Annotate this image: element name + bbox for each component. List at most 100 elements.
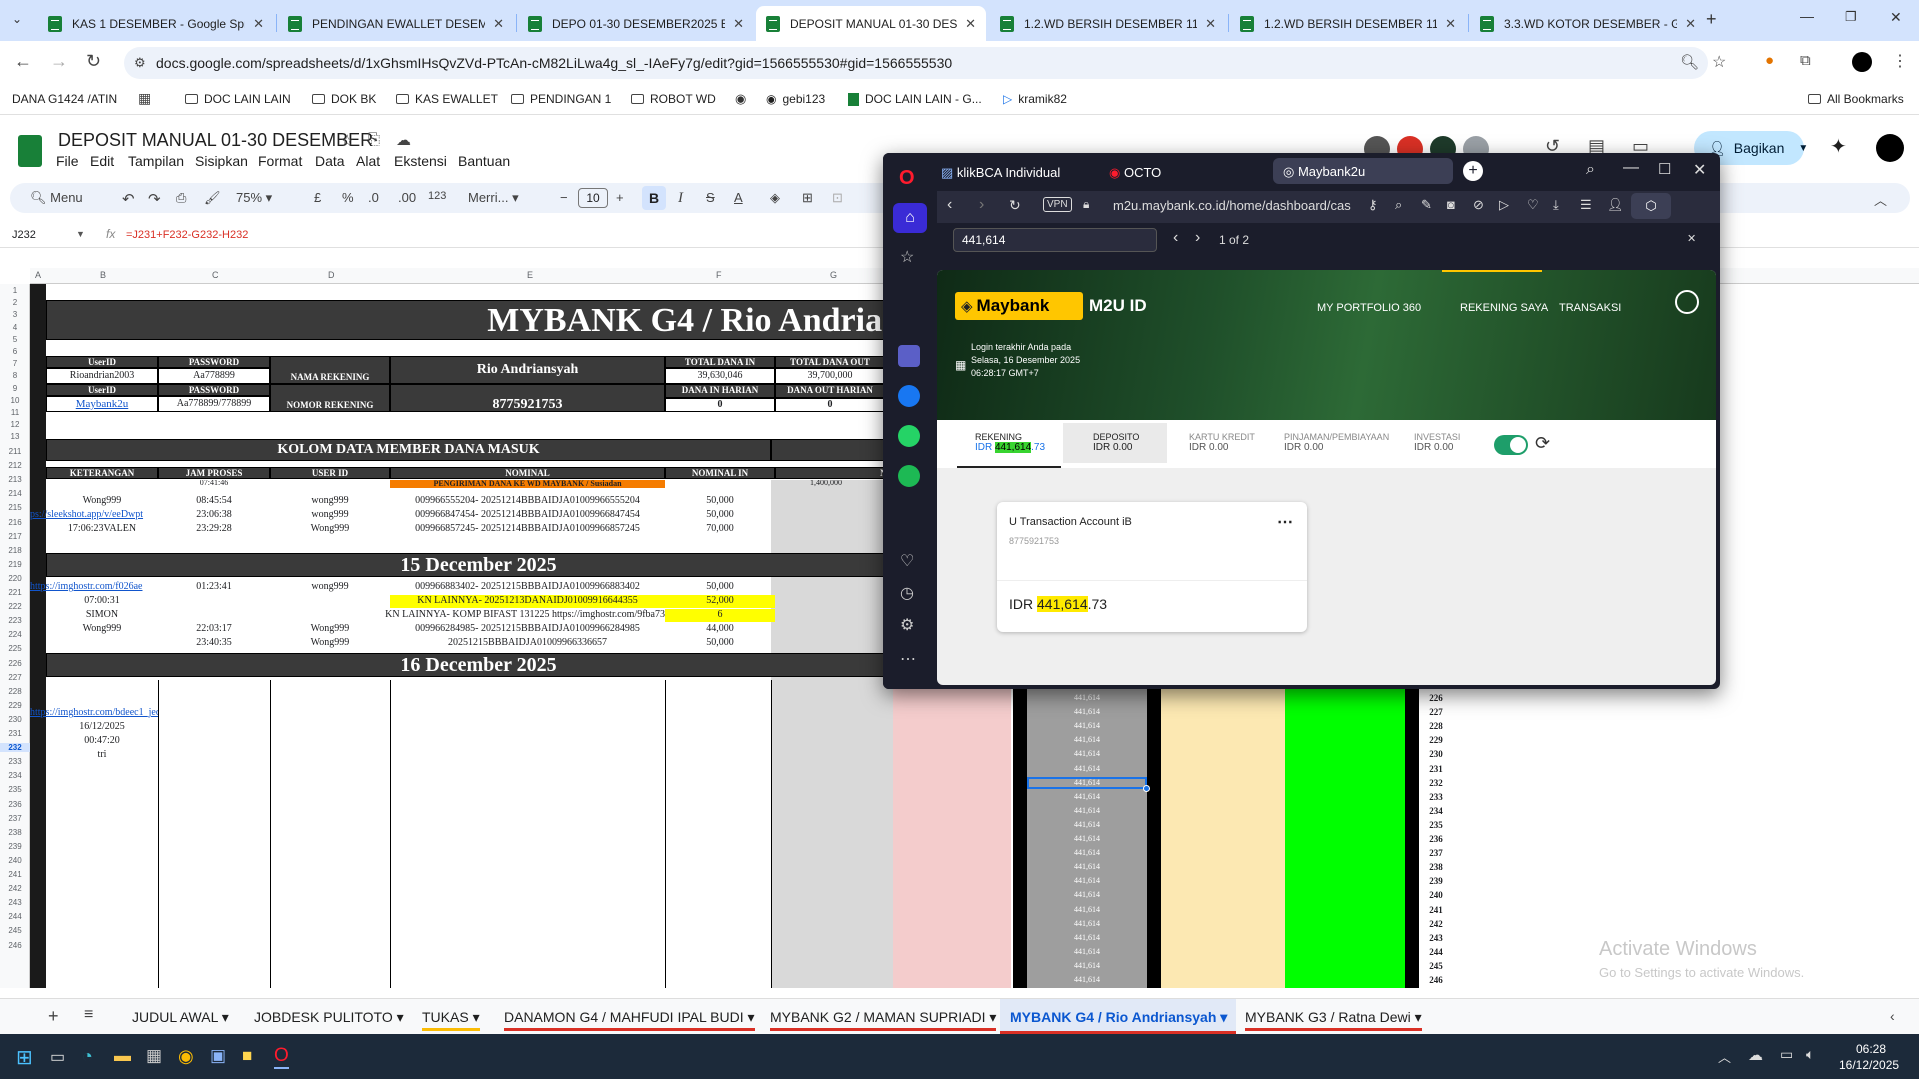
table-cell[interactable]: https://imghostr.com/bdeec1_jed (30, 707, 158, 719)
currency-button[interactable]: £ (314, 190, 321, 205)
browser-tab[interactable]: 1.2.WD BERSIH DESEMBER 11 D ✕ (990, 6, 1226, 41)
forward-icon[interactable]: → (50, 51, 68, 72)
browser-tab[interactable]: 3.3.WD KOTOR DESEMBER - Go ✕ (1470, 6, 1706, 41)
row-number[interactable]: 219 (0, 560, 30, 569)
opera-icon[interactable]: O (274, 1045, 289, 1069)
volume-icon[interactable]: 🔈︎ (1806, 1046, 1814, 1063)
all-sheets-icon[interactable]: ≡ (84, 1006, 93, 1024)
row-number[interactable]: 211 (0, 447, 30, 456)
task-view-icon[interactable]: ▭ (50, 1047, 65, 1067)
nav-portfolio[interactable]: MY PORTFOLIO 360 (1317, 302, 1421, 314)
close-tab-icon[interactable]: ✕ (1445, 16, 1456, 32)
restore-icon[interactable]: ❐ (1845, 9, 1857, 25)
send-icon[interactable]: ▷ (1499, 197, 1509, 213)
row-number[interactable]: 244 (0, 912, 30, 921)
clock-date[interactable]: 16/12/2025 (1839, 1058, 1899, 1072)
opera-tab[interactable]: ◉ OCTO (1109, 165, 1161, 181)
row-number[interactable]: 232 (0, 743, 30, 753)
row-number[interactable]: 212 (0, 461, 30, 470)
opera-maximize-icon[interactable]: ☐ (1658, 160, 1671, 178)
sticky-notes-icon[interactable]: ■ (242, 1046, 252, 1066)
history-icon[interactable]: ◷ (900, 583, 914, 603)
minimize-icon[interactable]: — (1800, 8, 1814, 24)
favorite-icon[interactable]: ♡ (1527, 197, 1539, 213)
col-header-f[interactable]: F (716, 270, 722, 280)
account-card[interactable]: U Transaction Account iB 8775921753 ⋯ ID… (997, 502, 1307, 632)
edge-icon[interactable]: ◔ (82, 1046, 93, 1067)
add-sheet-icon[interactable]: + (48, 1006, 59, 1027)
find-close-icon[interactable]: ✕ (1687, 232, 1696, 245)
bookmark-kramik[interactable]: ▷ kramik82 (1003, 92, 1067, 106)
row-number[interactable]: 13 (0, 432, 30, 441)
home-icon[interactable]: ⌂ (893, 203, 927, 233)
profile-avatar[interactable] (1852, 52, 1872, 72)
start-windows-icon[interactable]: ⊞ (16, 1045, 33, 1070)
decrease-decimal-button[interactable]: .0 (368, 190, 379, 205)
menu-tools[interactable]: Alat (356, 153, 380, 169)
table-cell[interactable]: https://imghostr.com/f026ae (30, 581, 158, 593)
sheet-tab[interactable]: TUKAS ▾ (422, 1009, 480, 1031)
row-number[interactable]: 218 (0, 546, 30, 555)
row-number[interactable]: 6 (0, 347, 30, 356)
summary-kartu[interactable]: KARTU KREDIT IDR 0.00 (1189, 432, 1255, 453)
settings-icon[interactable]: ⚙ (900, 615, 914, 635)
row-number[interactable]: 229 (0, 701, 30, 710)
row-number[interactable]: 246 (0, 941, 30, 950)
row-number[interactable]: 216 (0, 518, 30, 527)
col-header-g[interactable]: G (830, 270, 837, 280)
menu-help[interactable]: Bantuan (458, 153, 510, 169)
opera-tab[interactable]: ▨ klikBCA Individual (941, 165, 1060, 181)
row-number[interactable]: 233 (0, 757, 30, 766)
tab-search-icon[interactable]: ⌄ (12, 12, 22, 26)
nav-transaksi[interactable]: TRANSAKSI (1559, 302, 1621, 314)
print-icon[interactable]: ⎙ (176, 190, 186, 206)
messenger-icon[interactable] (898, 385, 920, 407)
find-next-icon[interactable]: › (1195, 229, 1200, 247)
row-number[interactable]: 221 (0, 588, 30, 597)
row-number[interactable]: 215 (0, 503, 30, 512)
close-window-icon[interactable]: ✕ (1890, 9, 1902, 26)
bookmark-doc-lain[interactable]: DOC LAIN LAIN (185, 92, 291, 106)
bookmark-kas-ewallet[interactable]: KAS EWALLET (396, 92, 498, 106)
summary-investasi[interactable]: INVESTASI IDR 0.00 (1414, 432, 1460, 453)
onedrive-icon[interactable]: ☁ (1748, 1046, 1763, 1064)
col-header-d[interactable]: D (328, 270, 335, 280)
speed-dial-icon[interactable]: ☆ (900, 247, 914, 267)
selected-cell[interactable] (1027, 777, 1147, 789)
opera-new-tab-icon[interactable]: + (1463, 161, 1483, 181)
menu-data[interactable]: Data (315, 153, 345, 169)
row-number[interactable]: 239 (0, 842, 30, 851)
new-tab-icon[interactable]: + (1706, 9, 1717, 30)
spotify-icon[interactable] (898, 465, 920, 487)
account-avatar[interactable] (1876, 134, 1904, 162)
row-number[interactable]: 4 (0, 323, 30, 332)
row-number[interactable]: 234 (0, 771, 30, 780)
key-icon[interactable]: ⚷ (1368, 197, 1378, 213)
row-number[interactable]: 223 (0, 616, 30, 625)
star-icon[interactable]: ☆ (340, 131, 354, 151)
refresh-icon[interactable]: ⟳ (1535, 433, 1550, 454)
bookmark-dok-bk[interactable]: DOK BK (312, 92, 376, 106)
edit-icon[interactable]: ✎ (1421, 197, 1432, 213)
extensions-cube-icon[interactable]: ⬡ (1631, 193, 1671, 219)
sheet-tab-active-label[interactable]: MYBANK G4 / Rio Andriansyah ▾ (1010, 1009, 1227, 1026)
formula-input[interactable]: =J231+F232-G232-H232 (126, 229, 248, 241)
search-menu[interactable]: 🔍︎ Menu (30, 190, 83, 206)
close-tab-icon[interactable]: ✕ (733, 16, 744, 32)
row-number[interactable]: 235 (0, 785, 30, 794)
row-number[interactable]: 1 (0, 286, 30, 295)
merge-cells-icon[interactable]: ⊡ (832, 190, 843, 206)
app-icon[interactable]: ▣ (210, 1046, 226, 1066)
opera-close-icon[interactable]: ✕ (1693, 160, 1706, 180)
row-number[interactable]: 214 (0, 489, 30, 498)
name-box[interactable]: J232 (12, 229, 36, 241)
url-text[interactable]: docs.google.com/spreadsheets/d/1xGhsmIHs… (156, 55, 952, 71)
row-number[interactable]: 217 (0, 532, 30, 541)
easy-setup-icon[interactable]: ☰ (1580, 197, 1592, 213)
fill-color-icon[interactable]: ◈ (770, 190, 780, 206)
apps-grid-icon[interactable]: ▦ (138, 90, 151, 107)
collapse-toolbar-icon[interactable]: ︿ (1874, 190, 1887, 209)
row-number[interactable]: 231 (0, 729, 30, 738)
row-number[interactable]: 241 (0, 870, 30, 879)
profile-icon[interactable]: 👤︎ (1607, 197, 1624, 213)
